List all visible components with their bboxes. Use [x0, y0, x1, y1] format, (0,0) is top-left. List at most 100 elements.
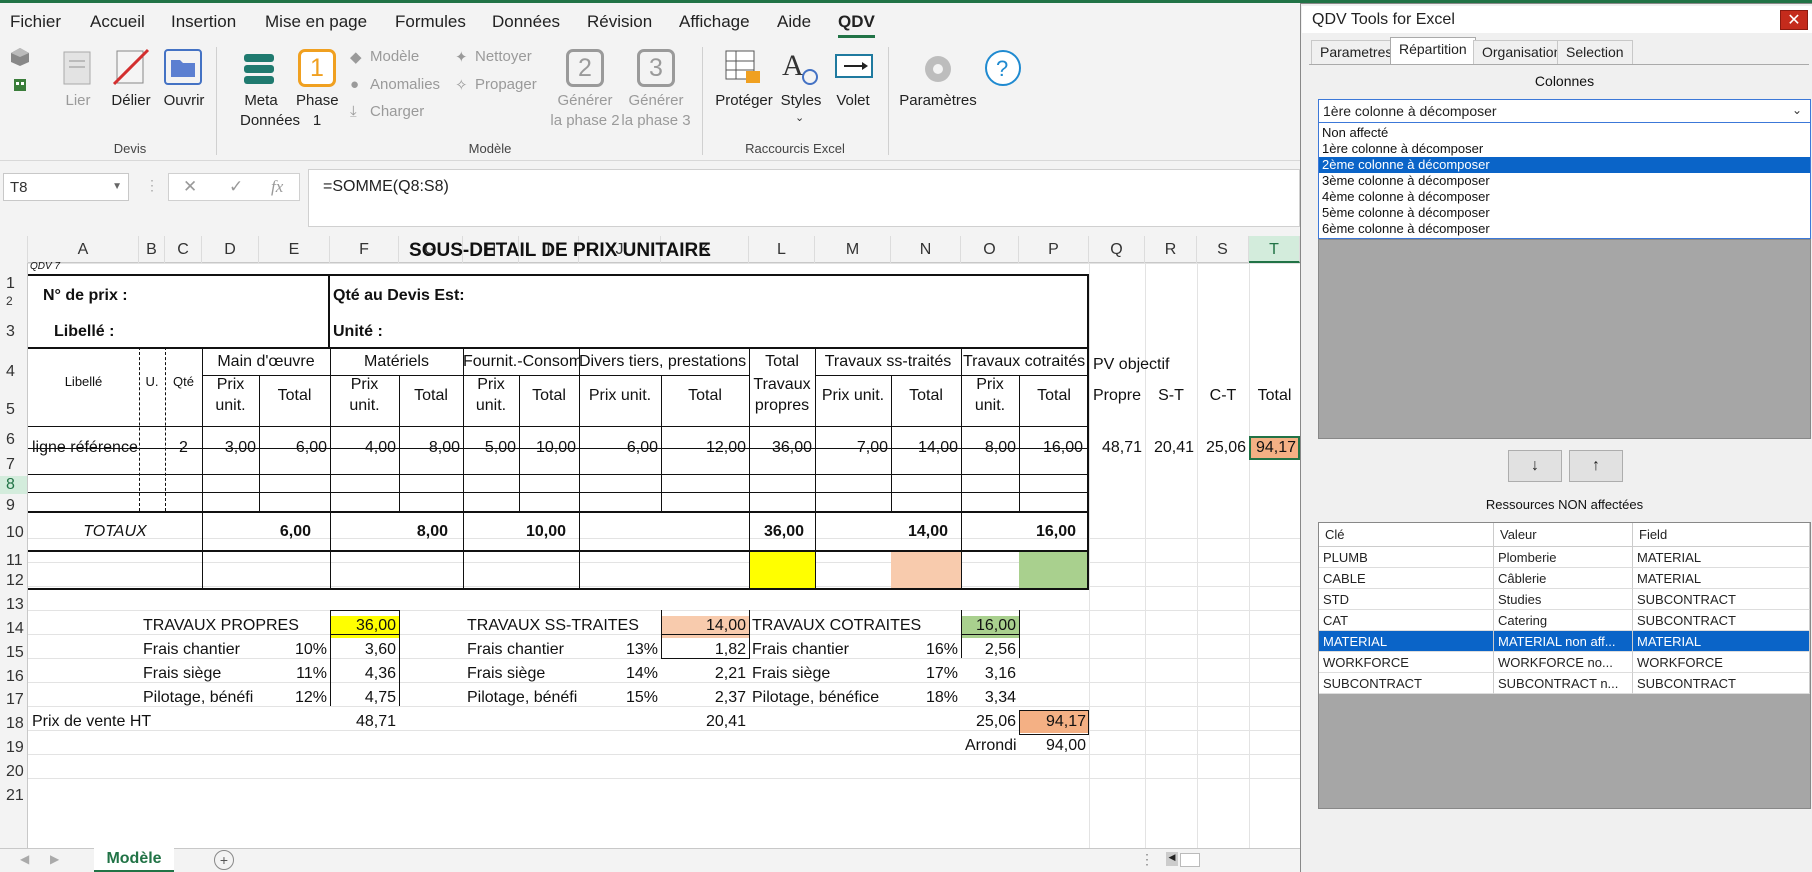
menu-aide[interactable]: Aide — [777, 12, 811, 32]
colonne-select[interactable]: 1ère colonne à décomposer ⌄ — [1318, 99, 1811, 123]
pv-tp[interactable]: 48,71 — [330, 713, 396, 731]
chevron-down-icon[interactable]: ⌄ — [1792, 103, 1802, 117]
tp-pb-val[interactable]: 4,75 — [330, 689, 396, 707]
ts-pb-pct[interactable]: 15% — [579, 689, 658, 707]
propager-button[interactable]: Propager — [475, 76, 537, 93]
arrondi-value[interactable]: 94,00 — [1019, 737, 1086, 755]
column-header[interactable]: E — [259, 236, 330, 263]
table-header-field[interactable]: Field — [1633, 523, 1810, 547]
tc-fc-val[interactable]: 2,56 — [961, 641, 1016, 659]
row8-t[interactable]: 94,17 — [1249, 439, 1296, 457]
cube-icon[interactable] — [10, 47, 30, 67]
table-row[interactable]: PLUMB Plomberie MATERIAL — [1319, 547, 1810, 568]
recap-ts-value[interactable]: 14,00 — [661, 617, 746, 635]
meta-button-line1[interactable]: Meta — [240, 91, 282, 111]
row-header[interactable]: 15 — [0, 644, 28, 662]
row-header[interactable]: 13 — [0, 596, 28, 614]
column-header[interactable]: O — [961, 236, 1019, 263]
row8-m[interactable]: 7,00 — [815, 439, 888, 457]
delier-button[interactable]: Délier — [108, 91, 154, 111]
row-header[interactable]: 6 — [0, 431, 28, 449]
menu-formules[interactable]: Formules — [395, 12, 466, 32]
column-header[interactable]: R — [1145, 236, 1197, 263]
row8-qte[interactable]: 2 — [165, 439, 202, 457]
totaux-l[interactable]: 36,00 — [749, 523, 804, 541]
select-all-corner[interactable] — [0, 236, 28, 263]
dropdown-option[interactable]: 4ème colonne à décomposer — [1319, 189, 1810, 205]
close-icon[interactable]: ✕ — [1780, 10, 1808, 30]
menu-insertion[interactable]: Insertion — [171, 12, 236, 32]
table-row[interactable]: STD Studies SUBCONTRACT — [1319, 589, 1810, 610]
move-up-button[interactable]: ↑ — [1569, 450, 1623, 482]
tp-fs-pct[interactable]: 11% — [259, 665, 327, 683]
row8-r[interactable]: 20,41 — [1145, 439, 1194, 457]
meta-button-line2[interactable]: Données — [240, 111, 300, 131]
nettoyer-button[interactable]: Nettoyer — [475, 48, 532, 65]
totaux-n[interactable]: 14,00 — [891, 523, 948, 541]
tab-split-grip[interactable]: ⋮ — [1140, 851, 1154, 868]
tp-fc-pct[interactable]: 10% — [259, 641, 327, 659]
sheet-tab-modele[interactable]: Modèle — [94, 848, 174, 872]
table-row[interactable]: CAT Catering SUBCONTRACT — [1319, 610, 1810, 631]
table-header-valeur[interactable]: Valeur — [1494, 523, 1633, 547]
menu-revision[interactable]: Révision — [587, 12, 652, 32]
chevron-down-icon[interactable]: ▼ — [112, 181, 122, 192]
phase1-button-line1[interactable]: Phase — [296, 91, 339, 111]
tp-fc-val[interactable]: 3,60 — [330, 641, 396, 659]
styles-dropdown-icon[interactable]: ⌄ — [795, 111, 804, 124]
row-header[interactable]: 12 — [0, 572, 28, 590]
row-header[interactable]: 1 — [0, 275, 28, 293]
row-header[interactable]: 7 — [0, 456, 28, 474]
row8-s[interactable]: 25,06 — [1197, 439, 1246, 457]
row-header[interactable]: 21 — [0, 787, 28, 805]
ts-fc-val[interactable]: 1,82 — [661, 641, 746, 659]
ouvrir-button[interactable]: Ouvrir — [160, 91, 208, 111]
row-header[interactable]: 17 — [0, 691, 28, 709]
row-header-selected[interactable]: 8 — [0, 476, 27, 494]
row8-g[interactable]: 8,00 — [399, 439, 460, 457]
anomalies-button[interactable]: Anomalies — [370, 76, 440, 93]
dropdown-option-highlighted[interactable]: 2ème colonne à décomposer — [1319, 157, 1810, 173]
totaux-i[interactable]: 10,00 — [519, 523, 566, 541]
dropdown-option[interactable]: 6ème colonne à décomposer — [1319, 221, 1810, 237]
column-header[interactable]: B — [139, 236, 165, 263]
table-row[interactable]: CABLE Câblerie MATERIAL — [1319, 568, 1810, 589]
cancel-icon[interactable]: ✕ — [183, 177, 197, 197]
row-header[interactable]: 10 — [0, 524, 28, 542]
dropdown-option[interactable]: Non affecté — [1319, 125, 1810, 141]
row8-k[interactable]: 12,00 — [661, 439, 746, 457]
ts-fs-val[interactable]: 2,21 — [661, 665, 746, 683]
table-row[interactable]: WORKFORCE WORKFORCE no... WORKFORCE — [1319, 652, 1810, 673]
styles-button[interactable]: Styles — [778, 91, 824, 111]
row-header[interactable]: 3 — [0, 323, 28, 341]
enter-icon[interactable]: ✓ — [229, 177, 243, 197]
tc-fs-val[interactable]: 3,16 — [961, 665, 1016, 683]
row-header[interactable]: 16 — [0, 668, 28, 686]
column-header-selected[interactable]: T — [1249, 236, 1300, 263]
row8-h[interactable]: 5,00 — [463, 439, 516, 457]
menu-mise-en-page[interactable]: Mise en page — [265, 12, 367, 32]
bug-icon[interactable] — [10, 75, 30, 95]
proteger-button[interactable]: Protéger — [714, 91, 774, 111]
table-row-selected[interactable]: MATERIAL MATERIAL non aff... MATERIAL — [1319, 631, 1810, 652]
row-header[interactable]: 5 — [0, 401, 28, 419]
row-header[interactable]: 20 — [0, 763, 28, 781]
menu-qdv[interactable]: QDV — [838, 12, 875, 38]
fx-icon[interactable]: fx — [271, 177, 283, 197]
dropdown-option[interactable]: 5ème colonne à décomposer — [1319, 205, 1810, 221]
column-header[interactable]: A — [28, 236, 139, 263]
row8-q[interactable]: 48,71 — [1089, 439, 1142, 457]
row8-j[interactable]: 6,00 — [579, 439, 658, 457]
dropdown-option[interactable]: 3ème colonne à décomposer — [1319, 173, 1810, 189]
column-header[interactable]: D — [202, 236, 259, 263]
row-header[interactable]: 18 — [0, 715, 28, 733]
charger-button[interactable]: Charger — [370, 103, 424, 120]
row-header[interactable]: 4 — [0, 363, 28, 381]
formula-input[interactable]: =SOMME(Q8:S8) — [308, 169, 1300, 227]
name-box[interactable]: T8 ▼ — [3, 173, 129, 201]
totaux-g[interactable]: 8,00 — [399, 523, 448, 541]
tc-fc-pct[interactable]: 16% — [891, 641, 958, 659]
hscroll-left-icon[interactable]: ◀ — [1166, 852, 1178, 866]
horizontal-scrollbar-thumb[interactable] — [1180, 853, 1200, 867]
parametres-button[interactable]: Paramètres — [898, 91, 978, 111]
